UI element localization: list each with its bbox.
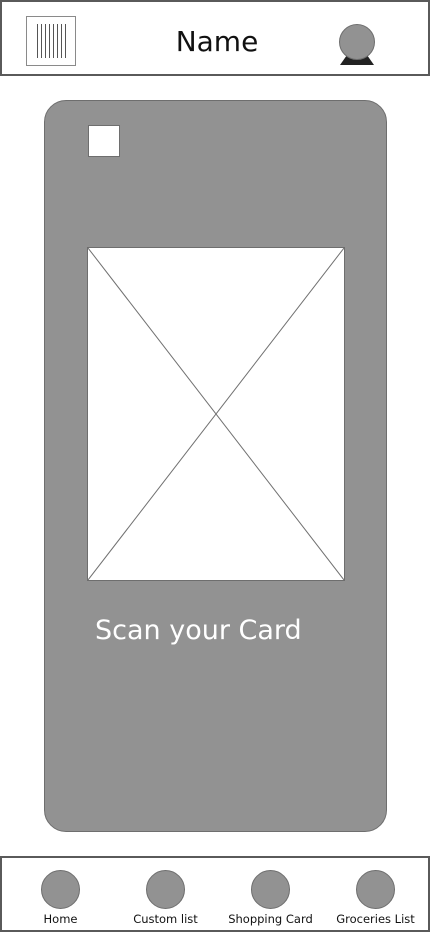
nav-label: Home	[43, 912, 78, 926]
user-avatar-icon[interactable]	[336, 22, 378, 68]
nav-label: Groceries List	[336, 912, 415, 926]
nav-item-home[interactable]: Home	[8, 870, 113, 930]
nav-item-shopping-card[interactable]: Shopping Card	[218, 870, 323, 930]
home-icon	[41, 870, 80, 909]
custom-list-icon	[146, 870, 185, 909]
shopping-card-icon	[251, 870, 290, 909]
nav-label: Custom list	[133, 912, 198, 926]
checkbox-icon[interactable]	[88, 125, 120, 157]
bottom-navigation: Home Custom list Shopping Card Groceries…	[0, 856, 430, 932]
nav-label: Shopping Card	[228, 912, 313, 926]
image-placeholder-icon	[87, 247, 345, 581]
groceries-list-icon	[356, 870, 395, 909]
nav-item-custom-list[interactable]: Custom list	[113, 870, 218, 930]
scan-card-label: Scan your Card	[95, 615, 302, 646]
app-screen: Name Scan your Card Home Custom list Sho…	[0, 0, 430, 932]
scan-card-panel[interactable]: Scan your Card	[44, 100, 387, 832]
nav-item-groceries-list[interactable]: Groceries List	[323, 870, 428, 930]
top-header: Name	[0, 0, 430, 76]
